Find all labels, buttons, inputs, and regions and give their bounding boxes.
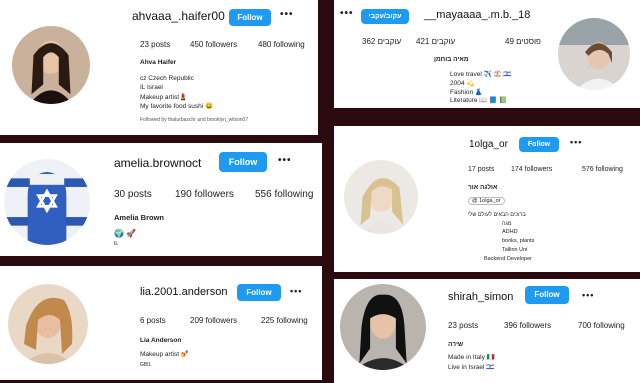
following-count[interactable]: 480 following [258, 40, 305, 49]
bio-line: GBIL [140, 362, 152, 368]
avatar[interactable] [344, 160, 418, 234]
threads-icon: @ [472, 198, 478, 204]
bio-line: IL [114, 241, 119, 247]
profile-card-lia: lia.2001.anderson Follow ••• 6 posts 209… [0, 266, 322, 380]
more-options-icon[interactable]: ••• [290, 286, 302, 296]
followers-count[interactable]: 190 followers [175, 189, 234, 200]
bio-line: Makeup artist 💅 [140, 351, 189, 358]
profile-card-shirah: shirah_simon Follow ••• 23 posts 396 fol… [334, 279, 640, 383]
username: __mayaaaa_.m.b._18 [424, 9, 531, 21]
bio-line: Literature 📖 📘 📗 [450, 97, 508, 104]
posts-count: 30 posts [114, 189, 152, 200]
profile-card-amelia: amelia.brownoct Follow ••• 30 posts 190 … [0, 143, 322, 256]
posts-count: 23 posts [140, 40, 171, 49]
threads-badge[interactable]: @ 1olga_or [468, 197, 505, 205]
threads-handle: 1olga_or [479, 198, 501, 204]
posts-count: 17 posts [468, 166, 495, 173]
bio-line: cz Czech Republic [140, 75, 194, 82]
avatar[interactable] [340, 284, 426, 370]
bio-line: Tallinn Uni [502, 247, 528, 253]
bio-line: Love travel ✈️ 🏖️ 🇮🇱 [450, 71, 512, 78]
username: lia.2001.anderson [140, 286, 228, 298]
followers-count[interactable]: 209 followers [190, 316, 237, 325]
username: shirah_simon [448, 291, 514, 303]
bio-line: ברוכים הבאים לעולם שלי [468, 212, 526, 218]
avatar[interactable] [12, 26, 90, 104]
display-name: Amelia Brown [114, 213, 165, 222]
follow-button[interactable]: Follow [219, 152, 267, 172]
following-count[interactable]: 576 following [582, 166, 623, 173]
bio-line: books, plants [502, 238, 535, 244]
followed-by[interactable]: Followed by thaturbaschr and brooklyn_wi… [140, 117, 248, 123]
display-name: Lia Anderson [140, 337, 182, 344]
bio-line: 2004 💫 [450, 80, 475, 87]
display-name: שירה [448, 341, 464, 348]
posts-count: 49 פוסטים [505, 37, 541, 46]
following-count[interactable]: 362 עוקבים [362, 37, 401, 46]
avatar[interactable] [558, 18, 630, 90]
follow-button[interactable]: Follow [237, 284, 281, 301]
more-options-icon[interactable]: ••• [570, 137, 582, 147]
more-options-icon[interactable]: ••• [582, 290, 594, 300]
followers-count[interactable]: 174 followers [511, 166, 552, 173]
more-options-icon[interactable]: ••• [340, 8, 354, 19]
bio-line: Backend Developer [484, 256, 533, 262]
bio-line: Made in Italy 🇮🇹 [448, 354, 495, 361]
avatar[interactable] [4, 159, 90, 245]
followers-count[interactable]: 396 followers [504, 321, 551, 330]
bio-line: 🌍 🚀 [114, 229, 137, 238]
follow-button[interactable]: Follow [229, 9, 271, 26]
followers-count[interactable]: 421 עוקבים [416, 37, 455, 46]
posts-count: 23 posts [448, 321, 479, 330]
bio-line: ADHD [502, 229, 518, 235]
posts-count: 6 posts [140, 316, 166, 325]
bio-line: Fashion 👗 [450, 89, 484, 96]
username: amelia.brownoct [114, 156, 202, 170]
followers-count[interactable]: 450 followers [190, 40, 237, 49]
bio-line: My favorite food sushi 😀 [140, 103, 214, 110]
display-name: אולגה אור [468, 184, 498, 191]
username: 1olga_or [469, 139, 508, 150]
bio-line: מגה [502, 221, 512, 227]
follow-button[interactable]: Follow [525, 286, 569, 304]
more-options-icon[interactable]: ••• [278, 155, 292, 166]
more-options-icon[interactable]: ••• [280, 9, 294, 20]
display-name: מאיה בוחמן [434, 56, 469, 63]
profile-card-ahvaaa: ahvaaa_.haifer00 Follow ••• 23 posts 450… [0, 0, 318, 135]
bio-line: IL Israel [140, 84, 163, 91]
profile-card-olga: 1olga_or Follow ••• 17 posts 174 followe… [334, 126, 640, 272]
username: ahvaaa_.haifer00 [132, 9, 225, 23]
following-count[interactable]: 556 following [255, 189, 313, 200]
follow-button[interactable]: עקוב/עקבי [361, 9, 409, 24]
profile-card-mayaaaa: עקוב/עקבי ••• __mayaaaa_.m.b._18 49 פוסט… [334, 0, 640, 108]
avatar[interactable] [8, 284, 88, 364]
display-name: Ahva Haifer [140, 59, 177, 66]
following-count[interactable]: 225 following [261, 316, 308, 325]
following-count[interactable]: 700 following [578, 321, 625, 330]
bio-line: Makeup artist💄 [140, 94, 188, 101]
follow-button[interactable]: Follow [519, 137, 559, 152]
bio-line: Live in Israel 🇮🇱 [448, 364, 495, 371]
